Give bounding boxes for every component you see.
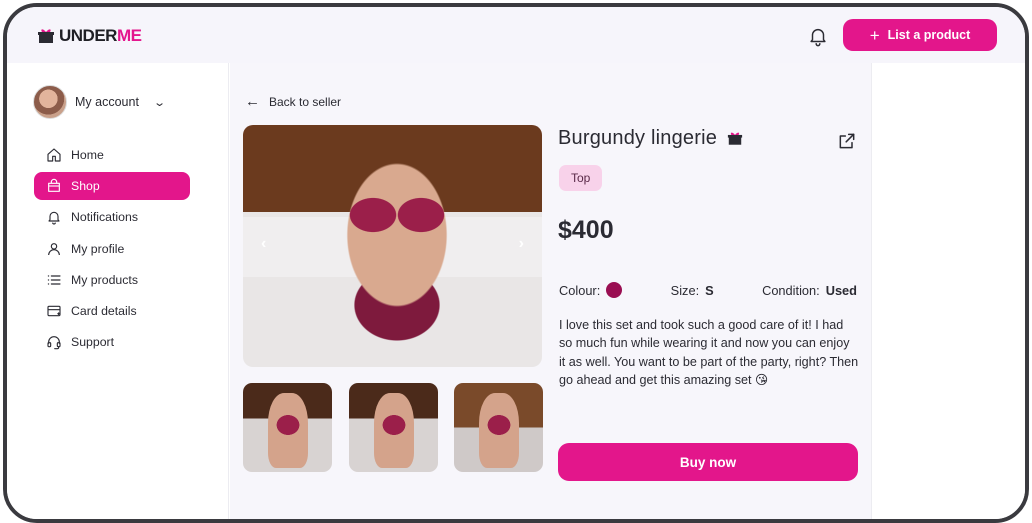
product-photo [293,125,493,367]
brand-name: UNDERME [59,26,142,46]
app-window: UNDERME + List a product My account ⌄ Ho… [3,3,1029,523]
sidebar-item-label: Home [71,148,104,162]
gift-box-icon [38,29,54,43]
bell-icon[interactable] [807,25,829,47]
plus-icon: + [869,25,880,45]
sidebar-item-support[interactable]: Support [34,328,190,356]
sidebar-item-label: My products [71,272,138,287]
sidebar-item-label: Support [71,335,115,350]
gift-box-icon [727,132,743,145]
product-price: $400 [558,216,614,244]
sidebar-item-my-profile[interactable]: My profile [34,235,190,263]
chevron-down-icon: ⌄ [153,96,166,109]
list-product-button[interactable]: + List a product [843,19,997,51]
product-description: I love this set and took such a good car… [559,318,859,388]
sidebar-item-notifications[interactable]: Notifications [34,203,190,231]
shopping-bag-icon [48,179,60,193]
colour-label: Colour: [559,282,601,298]
colour-attribute: Colour: [559,282,623,298]
card-icon [47,305,61,317]
sidebar-item-label: Card details [71,303,137,318]
buy-now-button[interactable]: Buy now [558,443,858,481]
back-to-seller-label: Back to seller [269,94,342,109]
sidebar-item-home[interactable]: Home [34,141,190,169]
list-icon [47,275,61,285]
top-bar: UNDERME + List a product [7,7,1025,63]
avatar [33,85,67,119]
brand-name-part1: UNDER [59,26,117,45]
size-value: S [705,282,714,298]
product-attributes: Colour: Size: S Condition: Used [559,282,857,298]
sidebar-item-label: My profile [71,241,125,256]
sidebar-nav: Home Shop Notifications My profile My pr… [34,141,190,359]
user-icon [48,242,60,255]
list-product-label: List a product [887,28,971,42]
sidebar-item-shop[interactable]: Shop [34,172,190,201]
condition-attribute: Condition: Used [762,282,857,298]
sidebar-item-card-details[interactable]: Card details [34,297,190,325]
chevron-left-icon[interactable]: ‹ [261,235,266,253]
category-badge: Top [559,165,603,191]
buy-now-label: Buy now [679,454,737,470]
product-main-image: ‹ › [243,125,542,367]
sidebar-item-label: Notifications [71,210,138,225]
brand-name-part2: ME [116,26,142,45]
external-link-icon[interactable] [837,131,857,151]
product-thumbnail[interactable] [454,383,543,472]
chevron-right-icon[interactable]: › [519,235,524,253]
logo[interactable]: UNDERME [37,26,142,46]
headset-icon [47,336,61,350]
bell-icon [48,212,60,225]
account-menu[interactable]: My account ⌄ [33,85,166,119]
sidebar-item-label: Shop [71,179,100,194]
product-title: Burgundy lingerie [558,127,718,149]
right-panel [871,63,1025,519]
account-label: My account [75,95,139,109]
category-label: Top [571,171,591,185]
condition-label: Condition: [762,282,820,298]
product-title-row: Burgundy lingerie [558,127,743,150]
colour-swatch [606,282,623,298]
condition-value: Used [825,282,857,298]
product-thumbnail[interactable] [349,383,438,472]
product-detail-panel: ← Back to seller ‹ › Burgundy lingerie T… [230,63,871,519]
sidebar-item-my-products[interactable]: My products [34,266,190,294]
size-label: Size: [670,282,700,298]
size-attribute: Size: S [671,282,714,298]
home-icon [47,148,61,162]
arrow-left-icon: ← [245,93,260,110]
product-thumbnail[interactable] [243,383,332,472]
back-to-seller-link[interactable]: ← Back to seller [245,93,341,110]
sidebar: My account ⌄ Home Shop Notifications My … [7,63,229,519]
